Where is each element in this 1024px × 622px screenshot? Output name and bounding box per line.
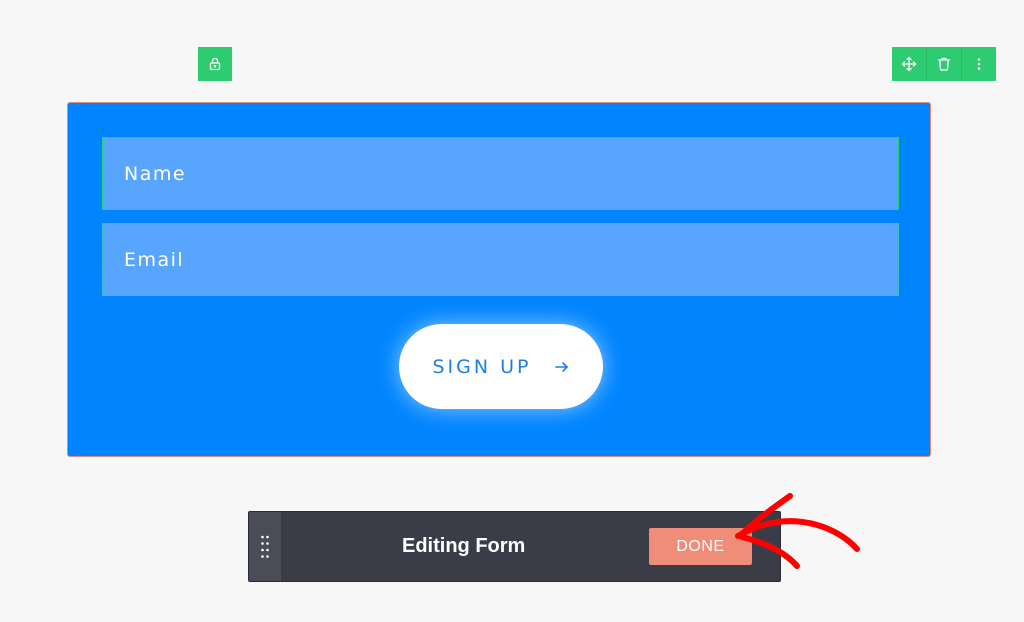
- name-field[interactable]: Name: [102, 137, 899, 210]
- element-actions-toolbar: [892, 47, 996, 81]
- email-field[interactable]: Email: [102, 223, 899, 296]
- move-icon: [901, 56, 917, 72]
- lock-icon: [209, 57, 221, 71]
- editing-bar: Editing Form DONE: [248, 511, 781, 582]
- drag-handle-icon: [261, 535, 269, 558]
- arrow-right-icon: [554, 361, 568, 372]
- more-options-button[interactable]: [962, 47, 996, 81]
- signup-form: Name Email SIGN UP: [67, 102, 931, 457]
- trash-icon: [937, 57, 951, 71]
- done-button[interactable]: DONE: [649, 528, 752, 565]
- move-button[interactable]: [892, 47, 927, 81]
- drag-handle[interactable]: [249, 512, 281, 581]
- name-placeholder: Name: [124, 162, 187, 185]
- delete-button[interactable]: [927, 47, 962, 81]
- editing-title: Editing Form: [402, 535, 526, 557]
- email-placeholder: Email: [124, 248, 185, 271]
- more-vertical-icon: [977, 58, 981, 70]
- lock-button[interactable]: [198, 47, 232, 81]
- sign-up-button[interactable]: SIGN UP: [399, 324, 603, 409]
- sign-up-label: SIGN UP: [432, 355, 532, 378]
